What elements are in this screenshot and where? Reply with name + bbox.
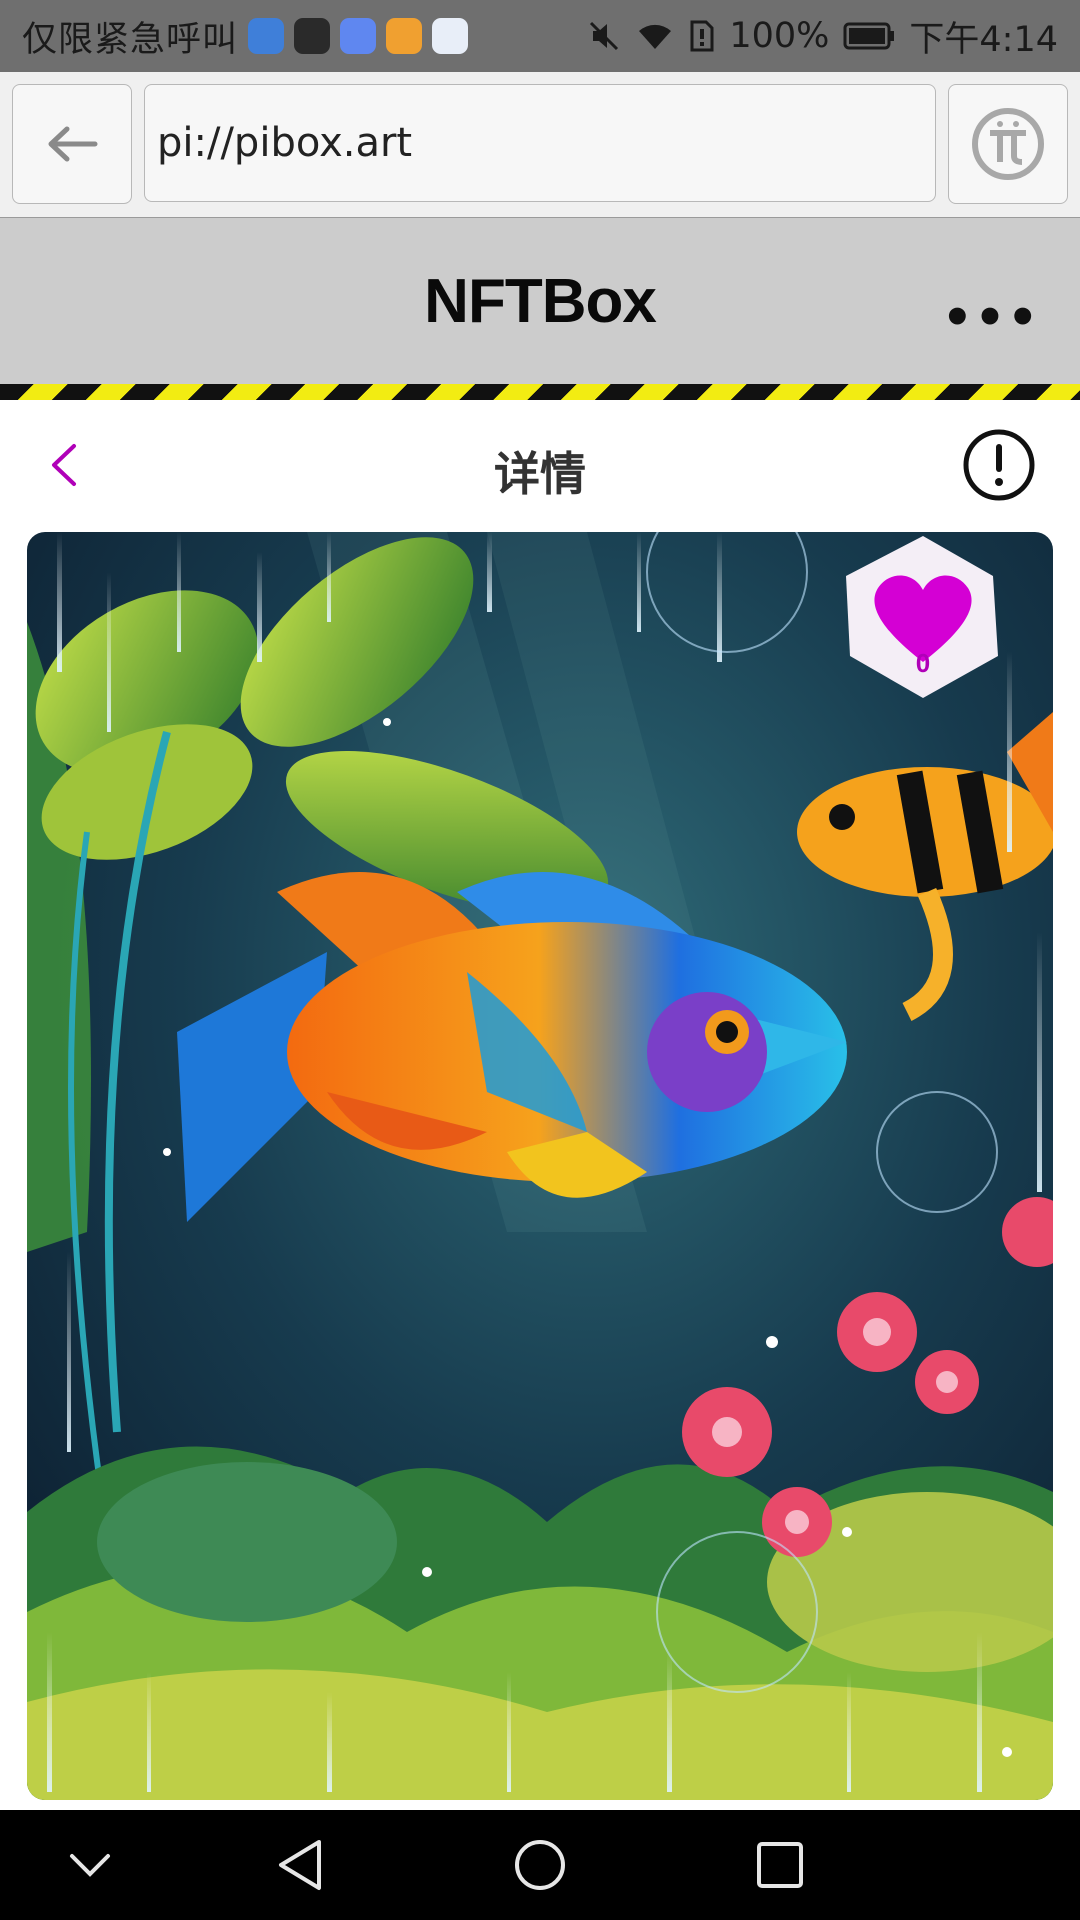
- recents-square-icon: [757, 1842, 803, 1888]
- detail-nav: 详情: [0, 400, 1080, 530]
- status-right: 100% 下午4:14: [587, 0, 1058, 72]
- exclamation-circle-icon: [963, 429, 1035, 501]
- pi-app-icon: [432, 18, 469, 54]
- status-time: 下午4:14: [909, 19, 1058, 60]
- huawei-icon: [294, 18, 331, 54]
- status-left: 仅限紧急呼叫: [22, 0, 469, 72]
- home-circle-icon: [515, 1840, 565, 1890]
- battery-icon: [843, 22, 895, 50]
- pi-wallet-button[interactable]: [948, 84, 1068, 204]
- nav-home-button[interactable]: [480, 1810, 600, 1920]
- detail-title: 详情: [494, 447, 586, 501]
- browser-back-button[interactable]: [12, 84, 132, 204]
- pi-logo-icon: [972, 108, 1044, 180]
- arrow-left-icon: [48, 126, 98, 162]
- wifi-icon: [639, 24, 672, 49]
- hazard-stripe: [0, 384, 1080, 400]
- mute-icon: [590, 21, 619, 51]
- collapse-icon: [70, 1854, 110, 1877]
- browser-icon: [248, 18, 285, 54]
- browser-bar: pi://pibox.art: [0, 72, 1080, 219]
- app-title: NFTBox: [424, 267, 657, 336]
- status-bar: 仅限紧急呼叫 100% 下午4:14: [0, 0, 1080, 72]
- back-triangle-icon: [279, 1840, 321, 1890]
- battery-percent: 100%: [729, 16, 830, 56]
- like-count: 0: [915, 648, 931, 678]
- collapse-button[interactable]: [30, 1810, 150, 1920]
- nft-artwork[interactable]: [27, 532, 1053, 1800]
- navigation-bar: [0, 1810, 1080, 1920]
- url-field[interactable]: pi://pibox.art: [144, 84, 936, 202]
- nav-back-button[interactable]: [240, 1810, 360, 1920]
- report-button[interactable]: [962, 428, 1036, 506]
- sim-icon: [690, 20, 714, 52]
- files-icon: [386, 18, 423, 54]
- nav-recents-button[interactable]: [720, 1810, 840, 1920]
- app-header: NFTBox •••: [0, 218, 1080, 384]
- artwork-image: [27, 532, 1053, 1800]
- carrier-text: 仅限紧急呼叫: [22, 19, 239, 60]
- url-text: pi://pibox.art: [157, 120, 413, 166]
- like-badge[interactable]: 0: [838, 532, 1008, 702]
- more-options-button[interactable]: •••: [942, 290, 1040, 346]
- music-icon: [340, 18, 377, 54]
